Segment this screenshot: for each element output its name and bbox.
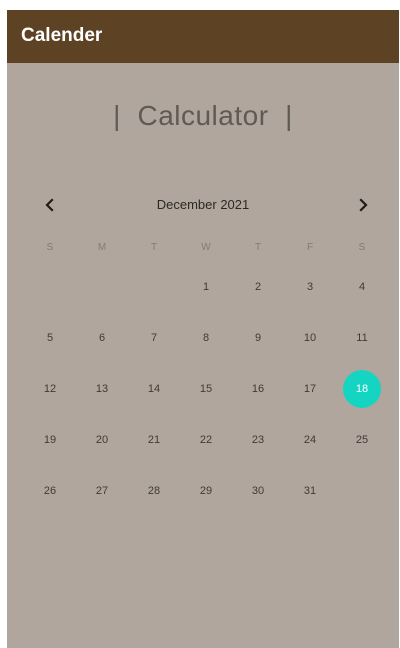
day-cell[interactable]: 15: [180, 369, 232, 409]
day-cell[interactable]: 5: [24, 318, 76, 358]
app-bar: Calender: [7, 10, 399, 63]
day-number: 3: [306, 281, 314, 293]
next-month-button[interactable]: [349, 193, 377, 217]
day-cell[interactable]: 10: [284, 318, 336, 358]
day-number: 7: [150, 332, 158, 344]
day-number: 5: [46, 332, 54, 344]
day-cell[interactable]: 2: [232, 267, 284, 307]
week-row: 5 6 7 8 9 10 11: [24, 318, 388, 358]
empty-day-cell: [24, 267, 76, 307]
day-cell[interactable]: 22: [180, 420, 232, 460]
day-cell[interactable]: 11: [336, 318, 388, 358]
day-cell[interactable]: 27: [76, 471, 128, 511]
calendar-header: December 2021: [7, 193, 399, 217]
day-number: 29: [199, 485, 213, 497]
day-number: 19: [43, 434, 57, 446]
day-cell[interactable]: 3: [284, 267, 336, 307]
day-number: 6: [98, 332, 106, 344]
day-cell[interactable]: 25: [336, 420, 388, 460]
chevron-right-icon: [359, 198, 368, 212]
day-number: 2: [254, 281, 262, 293]
calendar-screen: Calender | Calculator | December 2021 S …: [7, 10, 399, 648]
selected-day-cell[interactable]: 18: [336, 369, 388, 409]
day-cell[interactable]: 14: [128, 369, 180, 409]
day-number: 11: [356, 332, 368, 344]
day-number: 4: [358, 281, 366, 293]
day-cell[interactable]: 17: [284, 369, 336, 409]
day-cell[interactable]: 8: [180, 318, 232, 358]
week-row: 26 27 28 29 30 31: [24, 471, 388, 511]
day-number: 18: [343, 370, 381, 408]
day-cell[interactable]: 23: [232, 420, 284, 460]
day-number: 26: [43, 485, 57, 497]
day-number: 20: [95, 434, 109, 446]
weekday-label: S: [358, 242, 366, 253]
day-cell[interactable]: 20: [76, 420, 128, 460]
day-number: 22: [199, 434, 213, 446]
day-cell[interactable]: 4: [336, 267, 388, 307]
day-number: 21: [147, 434, 161, 446]
weekday-label: M: [97, 242, 107, 253]
weekday-header-row: S M T W T F S: [24, 242, 388, 262]
day-cell[interactable]: 21: [128, 420, 180, 460]
weekday-label: T: [150, 242, 158, 253]
empty-day-cell: [336, 471, 388, 511]
day-number: 12: [43, 383, 57, 395]
day-number: 28: [147, 485, 161, 497]
day-number: 10: [303, 332, 317, 344]
day-number: 24: [303, 434, 317, 446]
day-cell[interactable]: 16: [232, 369, 284, 409]
day-number: 17: [303, 383, 317, 395]
day-number: 31: [303, 485, 317, 497]
day-cell[interactable]: 1: [180, 267, 232, 307]
weekday-label: T: [254, 242, 262, 253]
day-number: 9: [254, 332, 262, 344]
day-number: 30: [251, 485, 265, 497]
weekday-label: S: [46, 242, 54, 253]
empty-day-cell: [76, 267, 128, 307]
week-row: 19 20 21 22 23 24 25: [24, 420, 388, 460]
day-cell[interactable]: 12: [24, 369, 76, 409]
week-row: 1 2 3 4: [24, 267, 388, 307]
app-title: Calender: [21, 25, 103, 46]
day-number: 1: [202, 281, 210, 293]
day-number: 8: [202, 332, 210, 344]
day-number: 15: [199, 383, 213, 395]
day-number: 16: [251, 383, 265, 395]
weekday-label: F: [306, 242, 314, 253]
month-label: December 2021: [156, 197, 250, 212]
day-cell[interactable]: 29: [180, 471, 232, 511]
day-number: 25: [355, 434, 369, 446]
calculator-headline: | Calculator |: [113, 100, 293, 131]
week-row: 12 13 14 15 16 17 18: [24, 369, 388, 409]
empty-day-cell: [128, 267, 180, 307]
weekday-label: W: [201, 242, 211, 253]
day-cell[interactable]: 26: [24, 471, 76, 511]
day-cell[interactable]: 24: [284, 420, 336, 460]
day-cell[interactable]: 6: [76, 318, 128, 358]
day-number: 23: [251, 434, 265, 446]
day-cell[interactable]: 19: [24, 420, 76, 460]
day-cell[interactable]: 28: [128, 471, 180, 511]
day-number: 27: [95, 485, 109, 497]
day-cell[interactable]: 9: [232, 318, 284, 358]
day-cell[interactable]: 13: [76, 369, 128, 409]
day-number: 14: [147, 383, 161, 395]
day-cell[interactable]: 30: [232, 471, 284, 511]
day-cell[interactable]: 31: [284, 471, 336, 511]
day-cell[interactable]: 7: [128, 318, 180, 358]
day-number: 13: [95, 383, 109, 395]
